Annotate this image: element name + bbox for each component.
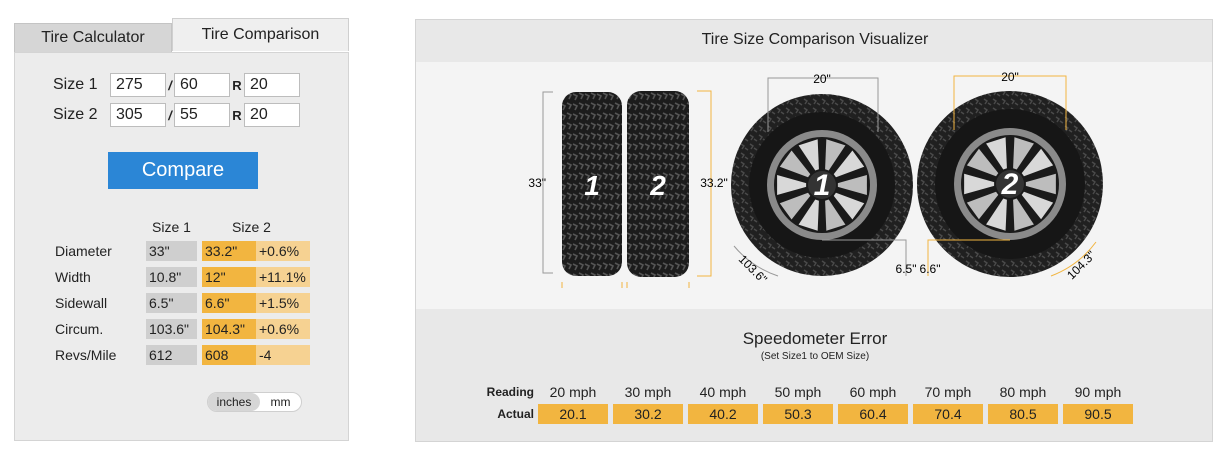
side1-label: 6.5" (896, 262, 917, 276)
result-size1-value: 33" (146, 241, 197, 261)
result-label: Diameter (55, 243, 112, 259)
result-size2-value: 104.3" (202, 319, 256, 339)
size2-width-input[interactable]: 305 (110, 103, 166, 127)
dia1-label: 33" (528, 176, 546, 190)
rim-separator: R (232, 107, 242, 123)
result-row: Circum. 103.6" 104.3" +0.6% (55, 319, 310, 339)
speed-actual-cell: 80.5 (988, 404, 1058, 424)
tire1-front-label: 1 (814, 169, 831, 202)
speed-actual-cell: 50.3 (763, 404, 833, 424)
result-row: Sidewall 6.5" 6.6" +1.5% (55, 293, 310, 313)
speed-actual-cell: 90.5 (1063, 404, 1133, 424)
result-row: Revs/Mile 612 608 -4 (55, 345, 310, 365)
speed-actual-cell: 60.4 (838, 404, 908, 424)
speedo-actual-row: Actual 20.1 30.2 40.2 50.3 60.4 70.4 80.5 90.5 (416, 404, 1214, 424)
result-row: Width 10.8" 12" +11.1% (55, 267, 310, 287)
result-size1-value: 103.6" (146, 319, 197, 339)
result-diff-value: +1.5% (256, 293, 310, 313)
result-diff-value: +0.6% (256, 241, 310, 261)
speed-actual-cell: 70.4 (913, 404, 983, 424)
circ1-label: 103.6" (736, 252, 770, 286)
speed-reading-cell: 30 mph (624, 384, 672, 400)
result-diff-value: -4 (256, 345, 310, 365)
size2-rim-input[interactable]: 20 (244, 103, 300, 127)
separator: / (168, 107, 172, 123)
reading-label: Reading (486, 385, 534, 399)
result-diff-value: +11.1% (256, 267, 310, 287)
result-size2-value: 6.6" (202, 293, 256, 313)
size2-row: Size 2 305 / 55 R 20 (53, 103, 300, 127)
speed-reading-cell: 20 mph (549, 384, 597, 400)
speed-actual-cell: 40.2 (688, 404, 758, 424)
size2-aspect-input[interactable]: 55 (174, 103, 230, 127)
result-label: Sidewall (55, 295, 108, 311)
side2-label: 6.6" (920, 262, 941, 276)
visualizer-title: Tire Size Comparison Visualizer (701, 31, 929, 48)
separator: / (168, 77, 172, 93)
rim2-label: 20" (1001, 70, 1019, 84)
actual-label: Actual (497, 407, 534, 421)
tab-tire-calculator[interactable]: Tire Calculator (14, 23, 172, 52)
rim-separator: R (232, 77, 242, 93)
speed-reading-cell: 80 mph (999, 384, 1047, 400)
units-toggle[interactable]: inches mm (207, 392, 302, 412)
speed-actual-cell: 30.2 (613, 404, 683, 424)
result-size1-value: 6.5" (146, 293, 197, 313)
result-row: Diameter 33" 33.2" +0.6% (55, 241, 310, 261)
size1-row: Size 1 275 / 60 R 20 (53, 73, 300, 97)
speed-actual-cell: 20.1 (538, 404, 608, 424)
size1-rim-input[interactable]: 20 (244, 73, 300, 97)
result-label: Revs/Mile (55, 347, 117, 363)
speedo-title: Speedometer Error (742, 329, 888, 348)
speed-reading-cell: 90 mph (1074, 384, 1122, 400)
size1-label: Size 1 (53, 76, 98, 93)
comparison-form: Size 1 275 / 60 R 20 Size 2 305 / 55 R 2… (14, 52, 349, 441)
result-size2-value: 33.2" (202, 241, 256, 261)
results-header-size2: Size 2 (232, 219, 271, 235)
tire1-side-view: 1 (562, 92, 622, 276)
visualizer-panel: Tire Size Comparison Visualizer 1 2 33" … (415, 19, 1213, 442)
tab-tire-comparison[interactable]: Tire Comparison (172, 18, 349, 51)
compare-button[interactable]: Compare (108, 152, 258, 189)
result-label: Width (55, 269, 91, 285)
tire-calculator-panel: Tire Calculator Tire Comparison Size 1 2… (14, 18, 349, 441)
speed-reading-cell: 40 mph (699, 384, 747, 400)
size2-label: Size 2 (53, 106, 98, 123)
tire1-side-label: 1 (584, 170, 600, 201)
tire2-front-label: 2 (1001, 168, 1019, 201)
visualizer-canvas: 1 2 33" 33.2" 1 20" 6.5" 103.6" 2 20" 6.… (416, 62, 1212, 309)
rim1-label: 20" (813, 72, 831, 86)
dia2-label: 33.2" (700, 176, 728, 190)
tire2-side-label: 2 (649, 170, 666, 201)
tab-bar: Tire Calculator Tire Comparison (14, 18, 349, 52)
tire2-side-view: 2 (627, 91, 689, 277)
result-label: Circum. (55, 321, 104, 337)
speed-reading-cell: 50 mph (774, 384, 822, 400)
result-size2-value: 12" (202, 267, 256, 287)
tire1-front-view: 1 (731, 94, 913, 276)
tire2-front-view: 2 (917, 91, 1103, 277)
size1-aspect-input[interactable]: 60 (174, 73, 230, 97)
speedo-reading-row: Reading 20 mph 30 mph 40 mph 50 mph 60 mph 70… (416, 382, 1214, 402)
speedo-subtitle: (Set Size1 to OEM Size) (760, 351, 870, 362)
result-size1-value: 10.8" (146, 267, 197, 287)
result-size2-value: 608 (202, 345, 256, 365)
speed-reading-cell: 70 mph (924, 384, 972, 400)
units-mm-option[interactable]: mm (260, 395, 301, 409)
results-header-size1: Size 1 (152, 219, 191, 235)
result-size1-value: 612 (146, 345, 197, 365)
size1-width-input[interactable]: 275 (110, 73, 166, 97)
tire-diagram: 1 2 33" 33.2" 1 20" 6.5" 103.6" 2 20" 6.… (528, 70, 1103, 288)
result-diff-value: +0.6% (256, 319, 310, 339)
units-inches-option[interactable]: inches (208, 393, 260, 411)
speed-reading-cell: 60 mph (849, 384, 897, 400)
